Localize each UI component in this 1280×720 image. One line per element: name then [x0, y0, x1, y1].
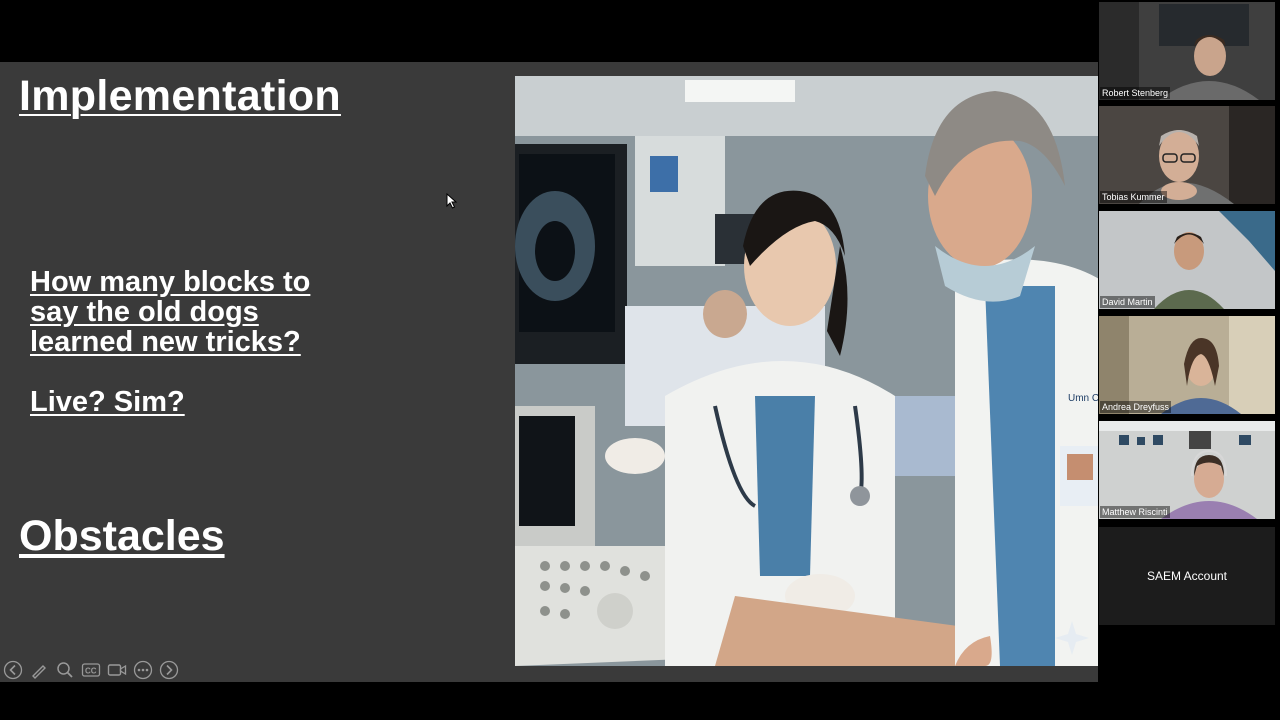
- zoom-icon[interactable]: [54, 659, 76, 681]
- participant-name: SAEM Account: [1146, 569, 1228, 583]
- participant-name: Andrea Dreyfuss: [1100, 401, 1172, 413]
- back-arrow-icon[interactable]: [2, 659, 24, 681]
- question-text: How many blocks to say the old dogs lear…: [30, 267, 390, 357]
- forward-arrow-icon[interactable]: [158, 659, 180, 681]
- participant-tile[interactable]: Robert Stenberg: [1099, 2, 1275, 100]
- participant-name: Tobias Kummer: [1100, 191, 1167, 203]
- video-icon[interactable]: [106, 659, 128, 681]
- pen-icon[interactable]: [28, 659, 50, 681]
- svg-text:CC: CC: [85, 667, 97, 676]
- obstacles-heading: Obstacles: [19, 512, 225, 560]
- question-line: say the old dogs: [30, 296, 259, 328]
- participant-tile[interactable]: Andrea Dreyfuss: [1099, 316, 1275, 414]
- participant-tile[interactable]: Tobias Kummer: [1099, 106, 1275, 204]
- participant-gallery: Robert Stenberg Tobias Kummer David Mart…: [1098, 0, 1280, 720]
- participant-tile-no-video[interactable]: SAEM Account: [1099, 527, 1275, 625]
- participant-name: Matthew Riscinti: [1100, 506, 1170, 518]
- slideshow-toolbar: CC: [0, 658, 180, 682]
- question-line: learned new tricks?: [30, 326, 301, 358]
- participant-tile[interactable]: Matthew Riscinti: [1099, 421, 1275, 519]
- presentation-slide: Implementation How many blocks to say th…: [0, 62, 1110, 682]
- mouse-cursor-icon: [446, 193, 458, 209]
- participant-tile[interactable]: David Martin: [1099, 211, 1275, 309]
- captions-icon[interactable]: CC: [80, 659, 102, 681]
- question-live-sim: Live? Sim?: [30, 386, 185, 418]
- participant-name: Robert Stenberg: [1100, 87, 1171, 99]
- slide-title: Implementation: [19, 72, 341, 120]
- more-icon[interactable]: [132, 659, 154, 681]
- slide-photo-ultrasound: Umn Ca: [515, 76, 1110, 666]
- question-line: How many blocks to: [30, 266, 311, 298]
- participant-name: David Martin: [1100, 296, 1155, 308]
